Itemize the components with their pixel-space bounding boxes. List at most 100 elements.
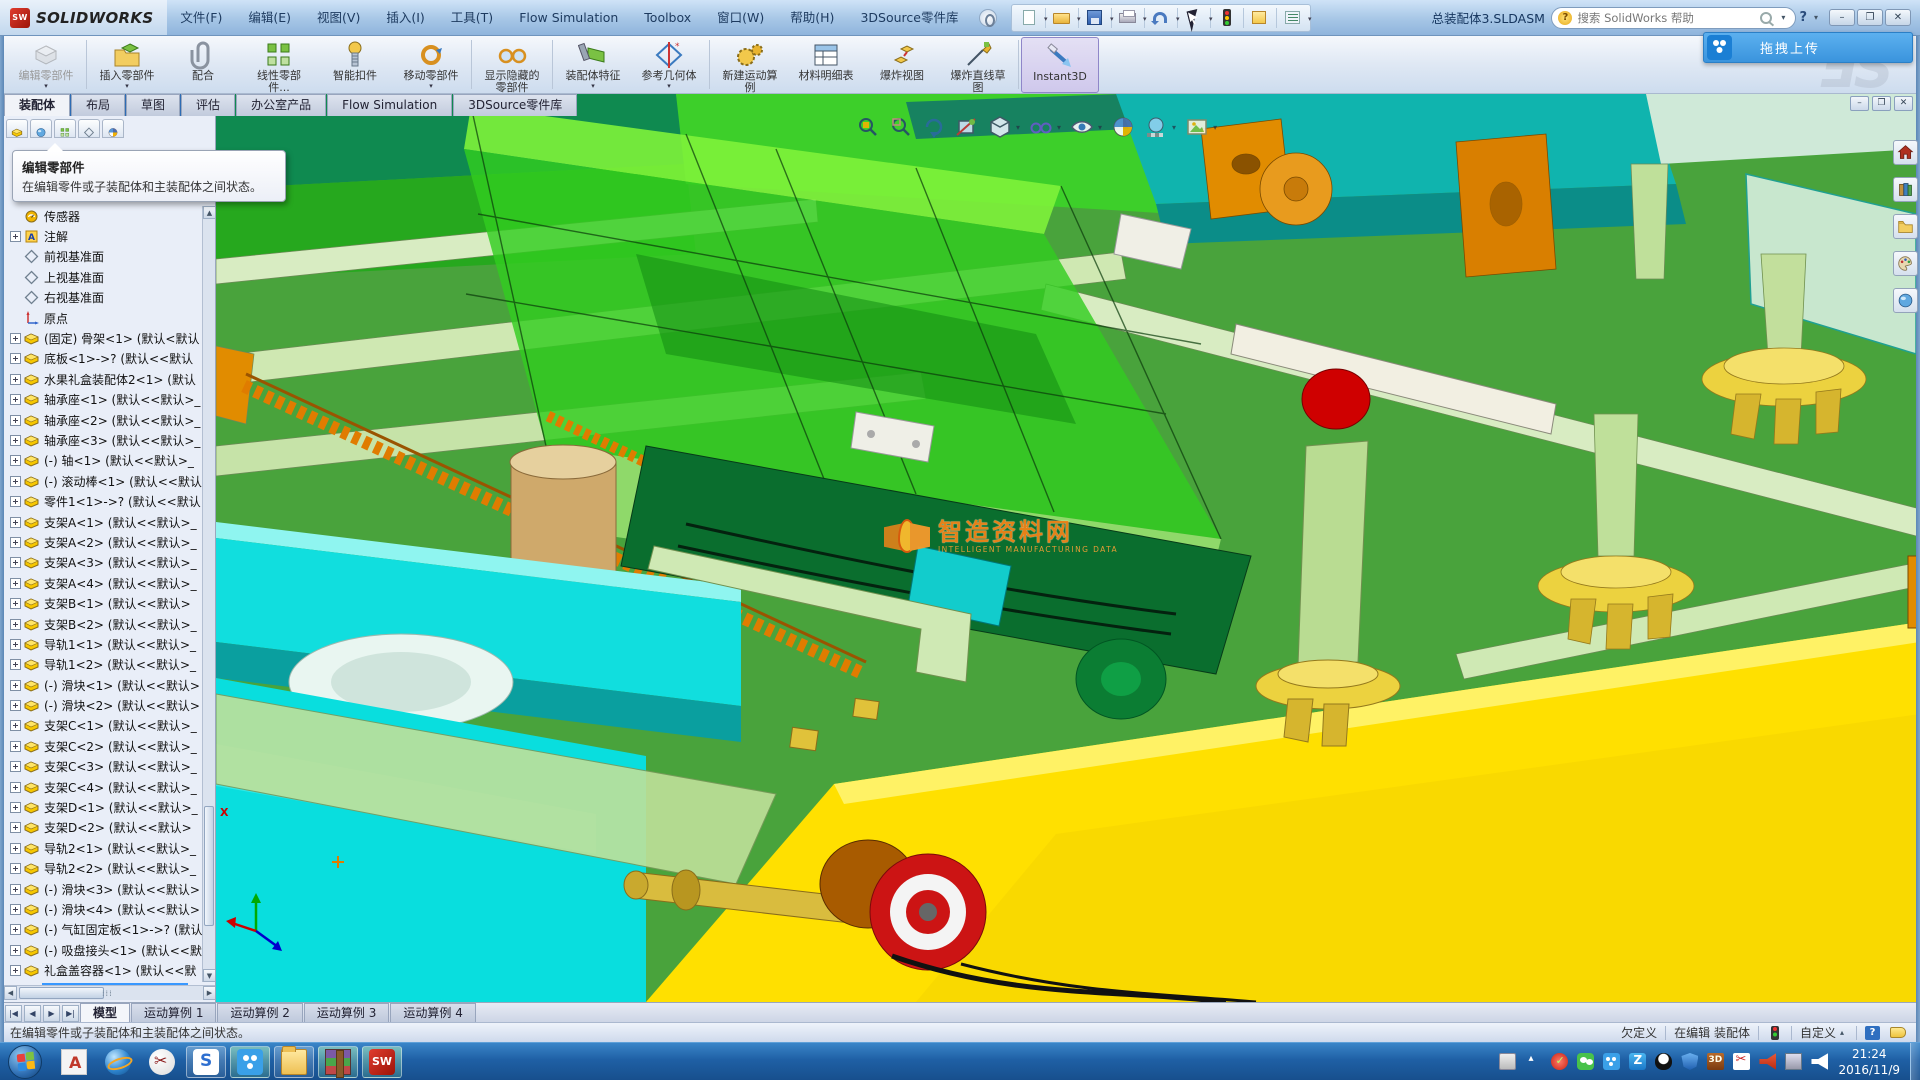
tree-item[interactable]: (-) 轴<1> (默认<<默认>_	[4, 451, 202, 471]
ribbon-insert-component[interactable]: 插入零部件 ▾	[89, 37, 165, 93]
view-palette-icon[interactable]	[1893, 251, 1918, 276]
view-settings-icon[interactable]	[1185, 115, 1209, 139]
expand-plus-icon[interactable]	[10, 884, 21, 895]
show-desktop-button[interactable]	[1910, 1043, 1920, 1080]
chevron-down-icon[interactable]: ▾	[1057, 123, 1061, 132]
model-white-rail[interactable]	[1231, 324, 1556, 434]
tree-item[interactable]: 礼盒盖容器<1> (默认<<默	[4, 960, 202, 980]
tree-item[interactable]: 注解	[4, 226, 202, 246]
tree-item[interactable]: 支架C<1> (默认<<默认>_	[4, 716, 202, 736]
tree-item[interactable]: 轴承座<2> (默认<<默认>_	[4, 410, 202, 430]
file-explorer-icon[interactable]	[274, 1046, 314, 1078]
tree-item[interactable]: 轴承座<1> (默认<<默认>_	[4, 390, 202, 410]
screenshot-tool-icon[interactable]	[142, 1046, 182, 1078]
menu-item-8[interactable]: 帮助(H)	[777, 1, 847, 35]
tab-1[interactable]: 布局	[71, 94, 125, 116]
ribbon-explode-line-sketch[interactable]: 爆炸直线草图	[940, 37, 1016, 93]
tree-item[interactable]: (-) 滑块<2> (默认<<默认>	[4, 695, 202, 715]
tree-item[interactable]: 零件1<1>->? (默认<<默认	[4, 491, 202, 511]
chevron-down-icon[interactable]: ▾	[125, 82, 129, 90]
doc-close-icon[interactable]: ✕	[1894, 96, 1913, 111]
tag-icon[interactable]	[1890, 1027, 1906, 1038]
splitter-grip[interactable]: ⁞⁞⁞	[102, 989, 113, 998]
tree-item[interactable]: 传感器	[4, 206, 202, 226]
tree-item[interactable]: (-) 滚动棒<1> (默认<<默认	[4, 471, 202, 491]
tree-item[interactable]: 支架D<1> (默认<<默认>_	[4, 797, 202, 817]
open-icon[interactable]: ▾	[1051, 7, 1073, 29]
tree-item[interactable]: 支架C<2> (默认<<默认>_	[4, 736, 202, 756]
expand-plus-icon[interactable]	[10, 231, 21, 242]
design-library-icon[interactable]	[1893, 177, 1918, 202]
print-icon[interactable]: ▾	[1117, 7, 1139, 29]
expand-plus-icon[interactable]	[10, 353, 21, 364]
tree-item[interactable]: 导轨1<2> (默认<<默认>_	[4, 655, 202, 675]
browser-globe-icon[interactable]	[98, 1046, 138, 1078]
pin-menubar-icon[interactable]	[979, 9, 997, 27]
select-icon[interactable]: ▾	[1183, 7, 1205, 29]
edit-appearance-icon[interactable]	[1111, 115, 1135, 139]
tree-item[interactable]: 底板<1>->? (默认<<默认	[4, 349, 202, 369]
tree-item[interactable]: 前视基准面	[4, 247, 202, 267]
autocad-icon[interactable]	[54, 1046, 94, 1078]
expand-plus-icon[interactable]	[10, 802, 21, 813]
volume-icon[interactable]	[1811, 1053, 1828, 1070]
tree-item[interactable]: 支架D<2> (默认<<默认>	[4, 818, 202, 838]
model-tab-0[interactable]: 模型	[80, 1003, 130, 1022]
tab-6[interactable]: 3DSource零件库	[453, 94, 577, 116]
tab-4[interactable]: 办公室产品	[236, 94, 326, 116]
tree-item[interactable]: 支架C<4> (默认<<默认>_	[4, 777, 202, 797]
ribbon-linear-pattern[interactable]: 线性零部件... ▾	[241, 37, 317, 93]
menu-item-7[interactable]: 窗口(W)	[704, 1, 777, 35]
expand-plus-icon[interactable]	[10, 924, 21, 935]
wechat-icon[interactable]	[1577, 1053, 1594, 1070]
360-safety-icon[interactable]	[1551, 1053, 1568, 1070]
display-style-icon[interactable]	[1029, 115, 1053, 139]
ribbon-move-component[interactable]: 移动零部件 ▾	[393, 37, 469, 93]
tree-item[interactable]: 支架B<2> (默认<<默认>_	[4, 614, 202, 634]
expand-plus-icon[interactable]	[10, 782, 21, 793]
model-tab-1[interactable]: 运动算例 1	[131, 1003, 216, 1022]
tree-item[interactable]: 支架B<1> (默认<<默认>	[4, 593, 202, 613]
tree-item[interactable]: 支架A<1> (默认<<默认>_	[4, 512, 202, 532]
model-tab-nav-0[interactable]: |◀	[5, 1005, 22, 1022]
ribbon-smart-fasteners[interactable]: 智能扣件	[317, 37, 393, 93]
ribbon-show-hidden-components[interactable]: 显示隐藏的零部件	[474, 37, 550, 93]
file-properties-icon[interactable]	[1249, 7, 1271, 29]
scroll-left-icon[interactable]: ◀	[4, 986, 17, 1000]
expand-plus-icon[interactable]	[10, 394, 21, 405]
menu-item-6[interactable]: Toolbox	[631, 1, 704, 35]
featuremanager-icon[interactable]	[6, 119, 28, 138]
minimize-button[interactable]: –	[1829, 9, 1855, 26]
hide-show-items-icon[interactable]	[1070, 115, 1094, 139]
expand-plus-icon[interactable]	[10, 333, 21, 344]
appearances-icon[interactable]	[1893, 288, 1918, 313]
chevron-down-icon[interactable]: ▾	[1098, 123, 1102, 132]
chevron-down-icon[interactable]: ▾	[44, 82, 48, 90]
resources-home-icon[interactable]	[1893, 140, 1918, 165]
tree-item[interactable]: (-) 气缸固定板<1>->? (默认	[4, 920, 202, 940]
tree-item[interactable]: 支架C<3> (默认<<默认>_	[4, 757, 202, 777]
rebuild-traffic-light-icon[interactable]	[1216, 7, 1238, 29]
expand-plus-icon[interactable]	[10, 435, 21, 446]
model-tab-nav-2[interactable]: ▶	[43, 1005, 60, 1022]
menu-item-9[interactable]: 3DSource零件库	[847, 1, 971, 35]
model-tab-3[interactable]: 运动算例 3	[304, 1003, 389, 1022]
tree-item[interactable]: 导轨2<1> (默认<<默认>_	[4, 838, 202, 858]
tree-item[interactable]: 水果礼盒装配体2<1> (默认	[4, 369, 202, 389]
options-icon[interactable]: ▾	[1282, 7, 1304, 29]
quick-tips-traffic-icon[interactable]	[1771, 1026, 1779, 1040]
undo-icon[interactable]: ▾	[1150, 7, 1172, 29]
chevron-down-icon[interactable]: ▾	[667, 82, 671, 90]
expand-plus-icon[interactable]	[10, 517, 21, 528]
pc-manager-shield-icon[interactable]	[1681, 1053, 1698, 1070]
expand-plus-icon[interactable]	[10, 639, 21, 650]
quick-tips-icon[interactable]: ?	[1865, 1026, 1880, 1040]
solidworks-icon[interactable]	[362, 1046, 402, 1078]
doc-minimize-icon[interactable]: –	[1850, 96, 1869, 111]
search-caret-icon[interactable]: ▾	[1781, 13, 1785, 22]
tree-vertical-scrollbar[interactable]: ▲ ▼	[202, 206, 215, 982]
chevron-down-icon[interactable]: ▾	[1172, 123, 1176, 132]
restore-button[interactable]: ❐	[1857, 9, 1883, 26]
doc-restore-icon[interactable]: ❐	[1872, 96, 1891, 111]
menu-item-3[interactable]: 插入(I)	[373, 1, 437, 35]
